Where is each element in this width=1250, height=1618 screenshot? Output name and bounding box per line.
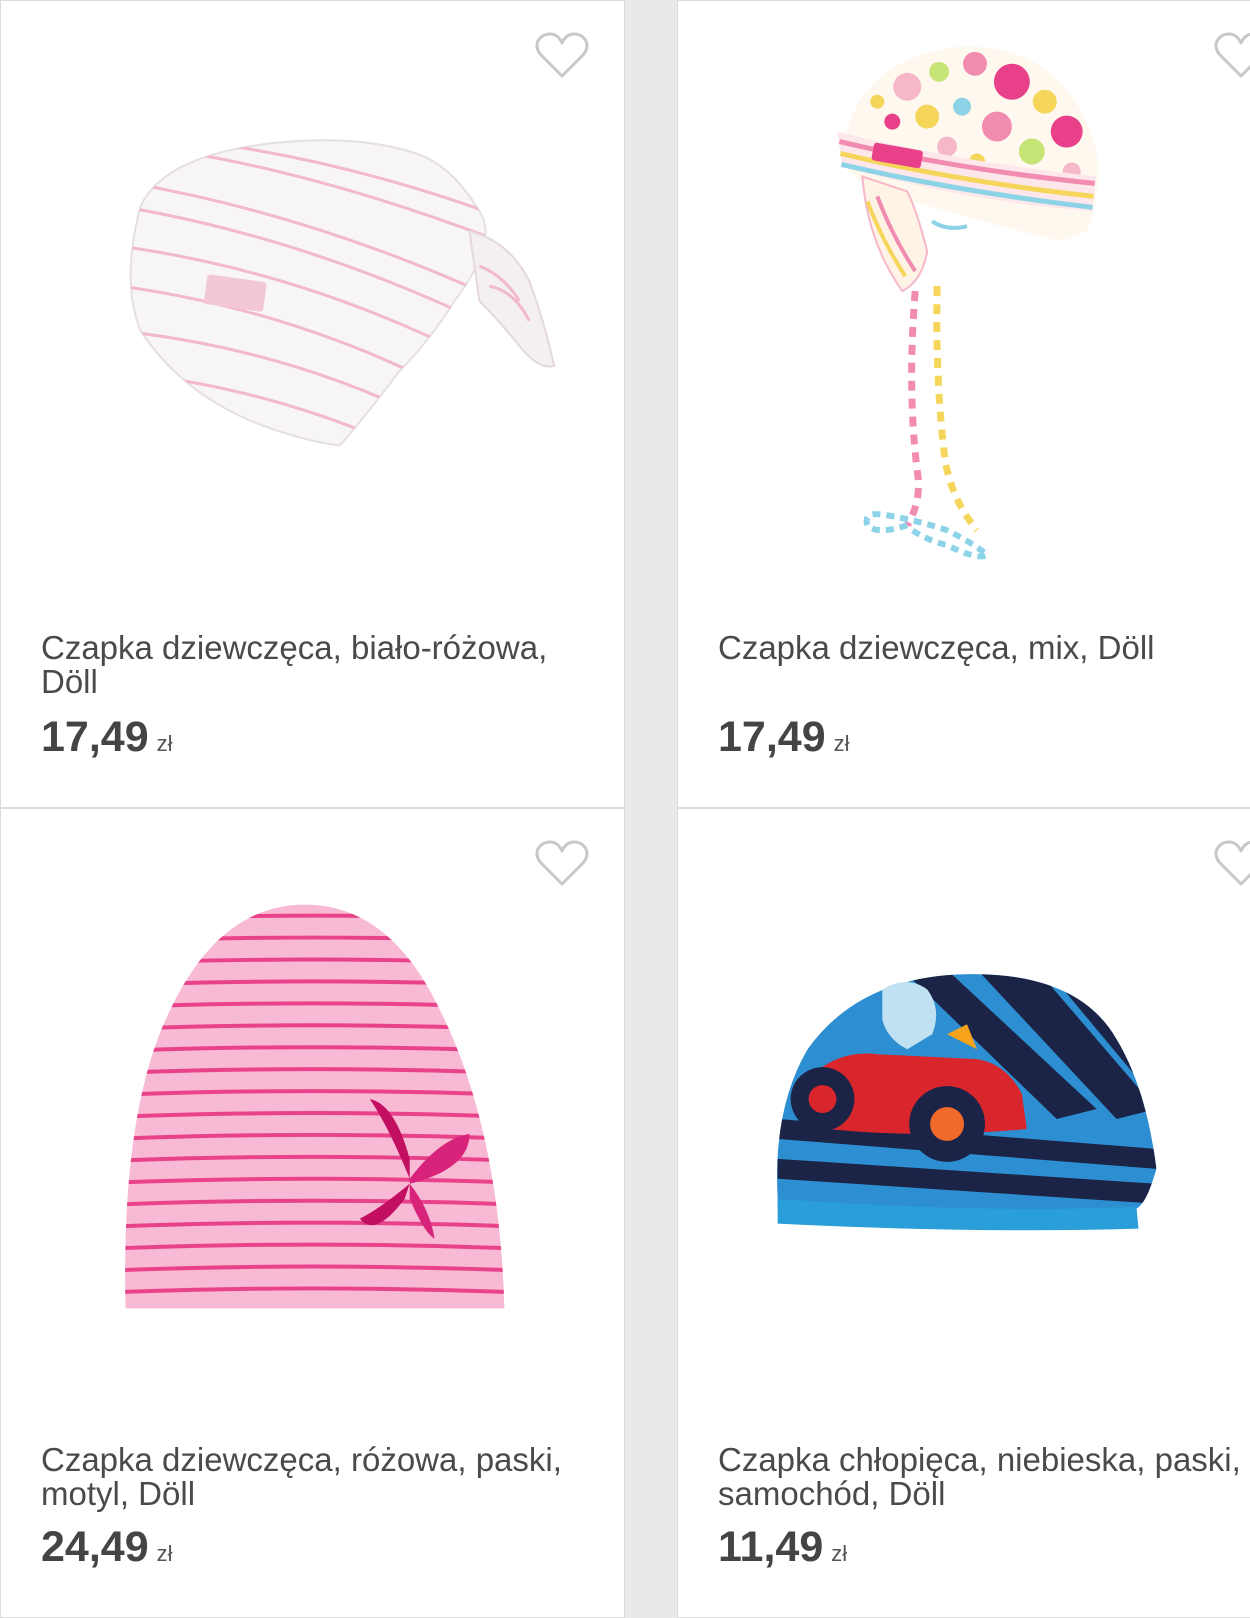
product-price: 17,49 zł	[41, 713, 173, 762]
product-price: 24,49 zł	[41, 1523, 173, 1572]
product-card[interactable]: Czapka dziewczęca, mix, Döll 17,49 zł	[677, 0, 1250, 808]
product-image-mix-hat[interactable]	[678, 1, 1250, 611]
product-price: 17,49 zł	[718, 713, 850, 762]
product-title[interactable]: Czapka dziewczęca, różowa, paski, motyl,…	[41, 1443, 601, 1511]
product-grid: Czapka dziewczęca, biało-różowa, Döll 17…	[0, 0, 1250, 1618]
price-currency: zł	[831, 1541, 848, 1566]
heart-outline-icon[interactable]	[1214, 839, 1250, 889]
price-currency: zł	[156, 1541, 173, 1566]
product-card[interactable]: Czapka chłopięca, niebieska, paski, samo…	[677, 808, 1250, 1618]
product-image-white-pink-hat[interactable]	[1, 1, 624, 611]
product-title[interactable]: Czapka chłopięca, niebieska, paski, samo…	[718, 1443, 1250, 1511]
heart-outline-icon[interactable]	[1214, 31, 1250, 81]
product-card[interactable]: Czapka dziewczęca, różowa, paski, motyl,…	[0, 808, 625, 1618]
price-amount: 17,49	[41, 713, 149, 761]
heart-outline-icon[interactable]	[535, 839, 589, 889]
product-title[interactable]: Czapka dziewczęca, biało-różowa, Döll	[41, 631, 601, 699]
product-image-pink-butterfly-beanie[interactable]	[1, 809, 624, 1419]
product-title[interactable]: Czapka dziewczęca, mix, Döll	[718, 631, 1250, 665]
price-currency: zł	[833, 731, 850, 756]
price-currency: zł	[156, 731, 173, 756]
price-amount: 11,49	[718, 1523, 824, 1571]
price-amount: 17,49	[718, 713, 826, 761]
price-amount: 24,49	[41, 1523, 149, 1571]
heart-outline-icon[interactable]	[535, 31, 589, 81]
product-card[interactable]: Czapka dziewczęca, biało-różowa, Döll 17…	[0, 0, 625, 808]
product-price: 11,49 zł	[718, 1523, 847, 1572]
product-image-blue-car-hat[interactable]	[678, 809, 1250, 1419]
